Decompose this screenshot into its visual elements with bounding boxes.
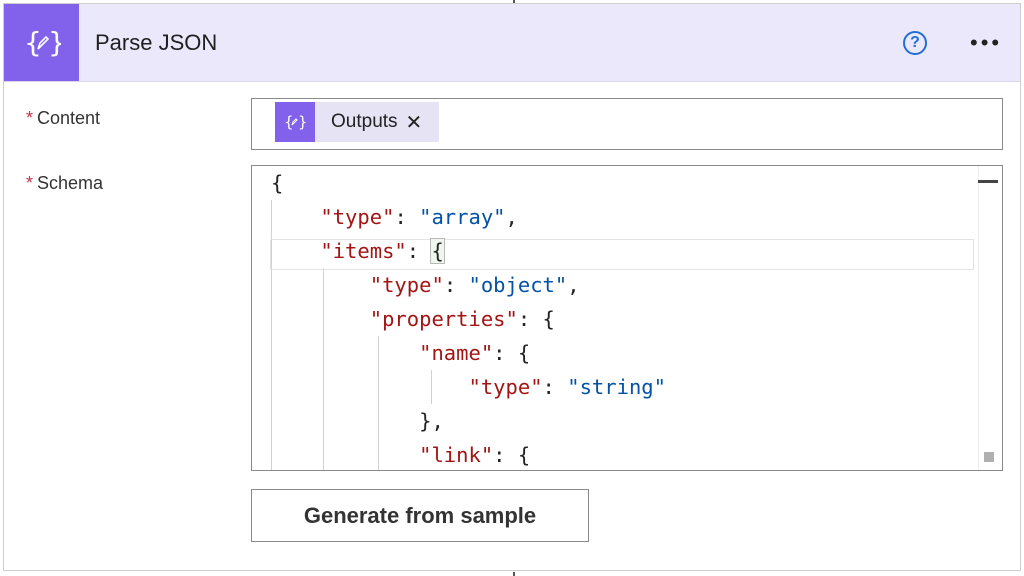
generate-from-sample-button[interactable]: Generate from sample xyxy=(251,489,589,542)
required-marker: * xyxy=(26,173,34,193)
content-label-text: Content xyxy=(37,108,101,128)
expression-icon: { } xyxy=(4,4,79,81)
code-line: "properties": { xyxy=(369,307,555,331)
action-header[interactable]: { } Parse JSON ? ••• xyxy=(4,4,1020,82)
code-line: "type": "string" xyxy=(468,375,666,399)
vertical-scrollbar[interactable] xyxy=(978,166,1002,470)
outputs-token[interactable]: { } Outputs ✕ xyxy=(275,102,439,142)
svg-text:{: { xyxy=(284,113,294,131)
code-line: "type": "array", xyxy=(320,205,518,229)
code-line: "link": { xyxy=(419,443,531,467)
expression-icon: { } xyxy=(275,102,315,142)
more-options-icon[interactable]: ••• xyxy=(970,30,1002,56)
schema-label: * Schema xyxy=(26,173,103,194)
required-marker: * xyxy=(26,108,34,128)
code-area[interactable]: { "type": "array", "items": { "type": "o… xyxy=(252,166,978,470)
code-line: "type": "object", xyxy=(369,273,580,297)
code-line: "items": { xyxy=(320,238,445,264)
remove-token-icon[interactable]: ✕ xyxy=(406,110,423,135)
content-label: * Content xyxy=(26,108,100,129)
scrollbar-thumb[interactable] xyxy=(978,180,998,183)
matched-bracket: { xyxy=(430,238,445,264)
code-line: "name": { xyxy=(419,341,531,365)
scroll-corner xyxy=(984,452,994,462)
schema-label-text: Schema xyxy=(37,173,104,193)
code-line: }, xyxy=(419,409,444,433)
parse-json-action-card: { } Parse JSON ? ••• *Content { } Output… xyxy=(3,3,1021,571)
svg-text:{: { xyxy=(24,26,42,59)
code-line: { xyxy=(271,171,284,195)
flow-connector-bottom xyxy=(513,572,515,576)
svg-text:}: } xyxy=(298,113,306,131)
token-label: Outputs xyxy=(331,111,398,132)
schema-editor[interactable]: { "type": "array", "items": { "type": "o… xyxy=(251,165,1003,471)
svg-text:}: } xyxy=(48,26,61,59)
content-input[interactable]: { } Outputs ✕ xyxy=(251,98,1003,150)
action-title[interactable]: Parse JSON xyxy=(95,30,217,56)
help-circle-icon[interactable]: ? xyxy=(903,31,927,55)
